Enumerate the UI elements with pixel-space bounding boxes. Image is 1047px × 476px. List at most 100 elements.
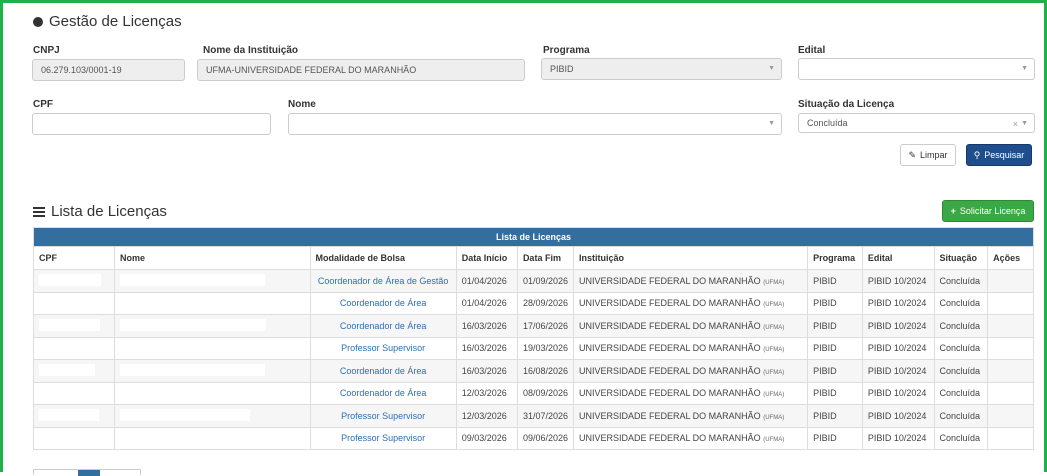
nome-select[interactable]: ▼: [288, 113, 782, 135]
chevron-down-icon: ▼: [1021, 120, 1028, 127]
cell-data-fim: 08/09/2026: [516, 381, 574, 405]
cell-cpf-value: [39, 273, 101, 286]
cell-instituicao: UNIVERSIDADE FEDERAL DO MARANHÃO (UFMA): [572, 404, 809, 428]
cell-data-inicio: 12/03/2026: [455, 381, 518, 405]
col-header-modalidade[interactable]: Modalidade de Bolsa: [309, 246, 457, 270]
table-header-row: CPF Nome Modalidade de Bolsa Data Início…: [33, 246, 1034, 270]
pagination-active-page[interactable]: [78, 470, 100, 476]
cell-nome: [114, 381, 311, 405]
cell-nome-value: [120, 363, 265, 376]
cell-modalidade-link[interactable]: Professor Supervisor: [309, 426, 457, 450]
cell-situacao: Concluída: [933, 404, 989, 428]
nome-label: Nome: [288, 99, 316, 110]
cell-nome: [114, 291, 311, 315]
cpf-label: CPF: [33, 99, 53, 110]
pesquisar-button[interactable]: ⚲ Pesquisar: [966, 144, 1032, 166]
table-row: Coordenador de Área de Gestão 01/04/2026 0…: [33, 269, 1034, 293]
plus-icon: +: [950, 206, 956, 216]
col-header-edital[interactable]: Edital: [861, 246, 935, 270]
list-title: Lista de Licenças: [33, 203, 167, 220]
cell-cpf-value: [39, 386, 104, 399]
col-header-instituicao[interactable]: Instituição: [572, 246, 809, 270]
cell-instituicao: UNIVERSIDADE FEDERAL DO MARANHÃO (UFMA): [572, 291, 809, 315]
cell-modalidade-link[interactable]: Coordenador de Área: [309, 381, 457, 405]
cell-data-inicio: 12/03/2026: [455, 404, 518, 428]
cell-instituicao-sigla: (UFMA): [763, 347, 785, 354]
cell-instituicao-name: UNIVERSIDADE FEDERAL DO MARANHÃO: [578, 365, 761, 376]
cell-acoes: [987, 336, 1034, 360]
cell-cpf: [33, 336, 115, 360]
pagination[interactable]: [33, 469, 141, 476]
cell-edital: PIBID 10/2024: [861, 381, 935, 405]
situacao-value: Concluída: [807, 118, 848, 128]
cell-modalidade-link[interactable]: Coordenador de Área: [309, 359, 457, 383]
cell-situacao: Concluída: [933, 314, 989, 338]
cell-instituicao: UNIVERSIDADE FEDERAL DO MARANHÃO (UFMA): [572, 269, 809, 293]
cell-programa: PIBID: [807, 381, 863, 405]
cell-instituicao-sigla: (UFMA): [763, 279, 785, 286]
cell-nome-value: [120, 431, 295, 444]
cell-cpf: [33, 426, 115, 450]
cell-situacao: Concluída: [933, 381, 989, 405]
cell-nome: [114, 336, 311, 360]
cell-cpf: [33, 359, 115, 383]
col-header-data-inicio[interactable]: Data Início: [455, 246, 518, 270]
programa-select[interactable]: PIBID ▼: [541, 58, 782, 80]
cell-acoes: [987, 381, 1034, 405]
cell-data-fim: 17/06/2026: [516, 314, 574, 338]
cell-modalidade-link[interactable]: Professor Supervisor: [309, 336, 457, 360]
col-header-cpf[interactable]: CPF: [33, 246, 115, 270]
cell-instituicao-name: UNIVERSIDADE FEDERAL DO MARANHÃO: [578, 388, 761, 399]
cell-edital: PIBID 10/2024: [861, 359, 935, 383]
col-header-situacao[interactable]: Situação: [933, 246, 989, 270]
cell-nome-value: [120, 318, 266, 331]
situacao-select[interactable]: Concluída × ▼: [798, 113, 1035, 133]
col-header-nome[interactable]: Nome: [114, 246, 311, 270]
cell-programa: PIBID: [807, 291, 863, 315]
cell-nome-value: [120, 273, 265, 286]
edital-select[interactable]: ▼: [798, 58, 1035, 80]
cell-instituicao-sigla: (UFMA): [763, 324, 785, 331]
table-row: Coordenador de Área 12/03/2026 08/09/2026 U…: [33, 381, 1034, 405]
cell-situacao: Concluída: [933, 291, 989, 315]
programa-value: PIBID: [550, 64, 574, 74]
edital-label: Edital: [798, 45, 826, 56]
cell-nome: [114, 404, 311, 428]
cell-instituicao: UNIVERSIDADE FEDERAL DO MARANHÃO (UFMA): [572, 336, 809, 360]
cell-cpf-value: [39, 408, 99, 421]
cell-modalidade-link[interactable]: Coordenador de Área de Gestão: [309, 269, 457, 293]
cell-edital: PIBID 10/2024: [861, 269, 935, 293]
eraser-icon: ✎: [908, 149, 917, 160]
cell-instituicao: UNIVERSIDADE FEDERAL DO MARANHÃO (UFMA): [572, 314, 809, 338]
col-header-programa[interactable]: Programa: [807, 246, 863, 270]
cell-instituicao: UNIVERSIDADE FEDERAL DO MARANHÃO (UFMA): [572, 381, 809, 405]
chevron-down-icon: ▼: [1021, 65, 1028, 72]
cell-cpf: [33, 314, 115, 338]
cell-acoes: [987, 291, 1034, 315]
cell-programa: PIBID: [807, 336, 863, 360]
licencas-table: Lista de Licenças CPF Nome Modalidade de…: [33, 227, 1034, 450]
cell-programa: PIBID: [807, 269, 863, 293]
cell-cpf-value: [39, 296, 105, 309]
solicitar-label: Solicitar Licença: [959, 206, 1026, 216]
instituicao-field: UFMA-UNIVERSIDADE FEDERAL DO MARANHÃO: [197, 59, 525, 81]
cell-modalidade-link[interactable]: Professor Supervisor: [309, 404, 457, 428]
cell-modalidade-link[interactable]: Coordenador de Área: [309, 291, 457, 315]
cell-data-inicio: 01/04/2026: [455, 291, 518, 315]
col-header-data-fim[interactable]: Data Fim: [516, 246, 574, 270]
cell-cpf: [33, 404, 115, 428]
cell-situacao: Concluída: [933, 426, 989, 450]
cell-data-fim: 01/09/2026: [516, 269, 574, 293]
cell-cpf-value: [39, 341, 107, 354]
pesquisar-label: Pesquisar: [984, 150, 1025, 160]
cpf-input[interactable]: [32, 113, 271, 135]
cell-edital: PIBID 10/2024: [861, 426, 935, 450]
clear-selection-icon[interactable]: ×: [1013, 119, 1018, 129]
solicitar-licenca-button[interactable]: + Solicitar Licença: [942, 200, 1034, 222]
cell-data-fim: 28/09/2026: [516, 291, 574, 315]
chevron-down-icon: ▼: [768, 120, 775, 127]
cell-acoes: [987, 314, 1034, 338]
limpar-button[interactable]: ✎ Limpar: [900, 144, 956, 166]
cell-instituicao-sigla: (UFMA): [763, 302, 785, 309]
cell-modalidade-link[interactable]: Coordenador de Área: [309, 314, 457, 338]
